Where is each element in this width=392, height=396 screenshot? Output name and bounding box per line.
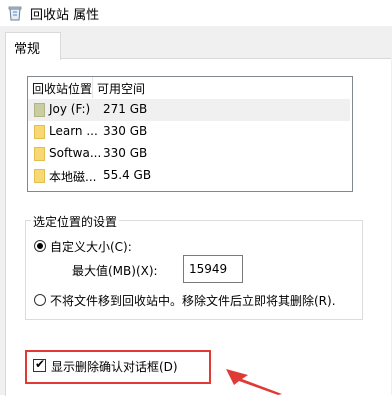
tab-general[interactable]: 常规 — [5, 32, 61, 60]
window-title: 回收站 属性 — [30, 8, 100, 23]
drive-name: Joy (F:) — [49, 102, 91, 116]
delete-immediately-radio[interactable] — [34, 294, 46, 306]
drive-free-space: 55.4 GB — [103, 168, 152, 182]
column-divider[interactable] — [92, 77, 93, 98]
max-size-value: 15949 — [189, 262, 228, 276]
delete-immediately-label[interactable]: 不将文件移到回收站中。移除文件后立即将其删除(R). — [50, 292, 336, 309]
system-drive-icon — [34, 103, 45, 117]
recycle-bin-icon — [8, 5, 22, 21]
drive-name: Learn ... — [49, 124, 98, 138]
tab-general-label: 常规 — [14, 42, 41, 57]
column-header-free-space[interactable]: 可用空间 — [97, 80, 145, 97]
custom-size-radio[interactable] — [34, 240, 46, 252]
recycle-location-list[interactable]: 回收站位置 可用空间 Joy (F:) 271 GB Learn ... 330… — [27, 76, 353, 192]
settings-group-label: 选定位置的设置 — [31, 213, 120, 230]
annotation-arrow-icon — [226, 369, 282, 395]
max-size-input[interactable]: 15949 — [183, 255, 243, 283]
title-bar: 回收站 属性 — [0, 0, 392, 26]
max-size-label: 最大值(MB)(X): — [72, 264, 158, 278]
drive-name: Softwa... — [49, 146, 102, 160]
drive-free-space: 330 GB — [103, 124, 148, 138]
drive-folder-icon — [34, 147, 45, 161]
drive-folder-icon — [34, 169, 45, 183]
custom-size-label[interactable]: 自定义大小(C): — [50, 238, 132, 255]
drive-folder-icon — [34, 125, 45, 139]
drive-free-space: 271 GB — [103, 102, 148, 116]
highlight-box — [25, 350, 211, 384]
column-header-location[interactable]: 回收站位置 — [32, 80, 92, 97]
drive-name: 本地磁... — [49, 170, 97, 184]
radio-selected-dot — [37, 243, 43, 249]
list-item[interactable]: Learn ... 330 GB — [28, 121, 350, 143]
drive-free-space: 330 GB — [103, 146, 148, 160]
list-item[interactable]: Joy (F:) 271 GB — [28, 99, 350, 121]
list-item[interactable]: Softwa... 330 GB — [28, 143, 350, 165]
list-header: 回收站位置 可用空间 — [28, 77, 352, 98]
list-item[interactable]: 本地磁... 55.4 GB — [28, 165, 350, 187]
